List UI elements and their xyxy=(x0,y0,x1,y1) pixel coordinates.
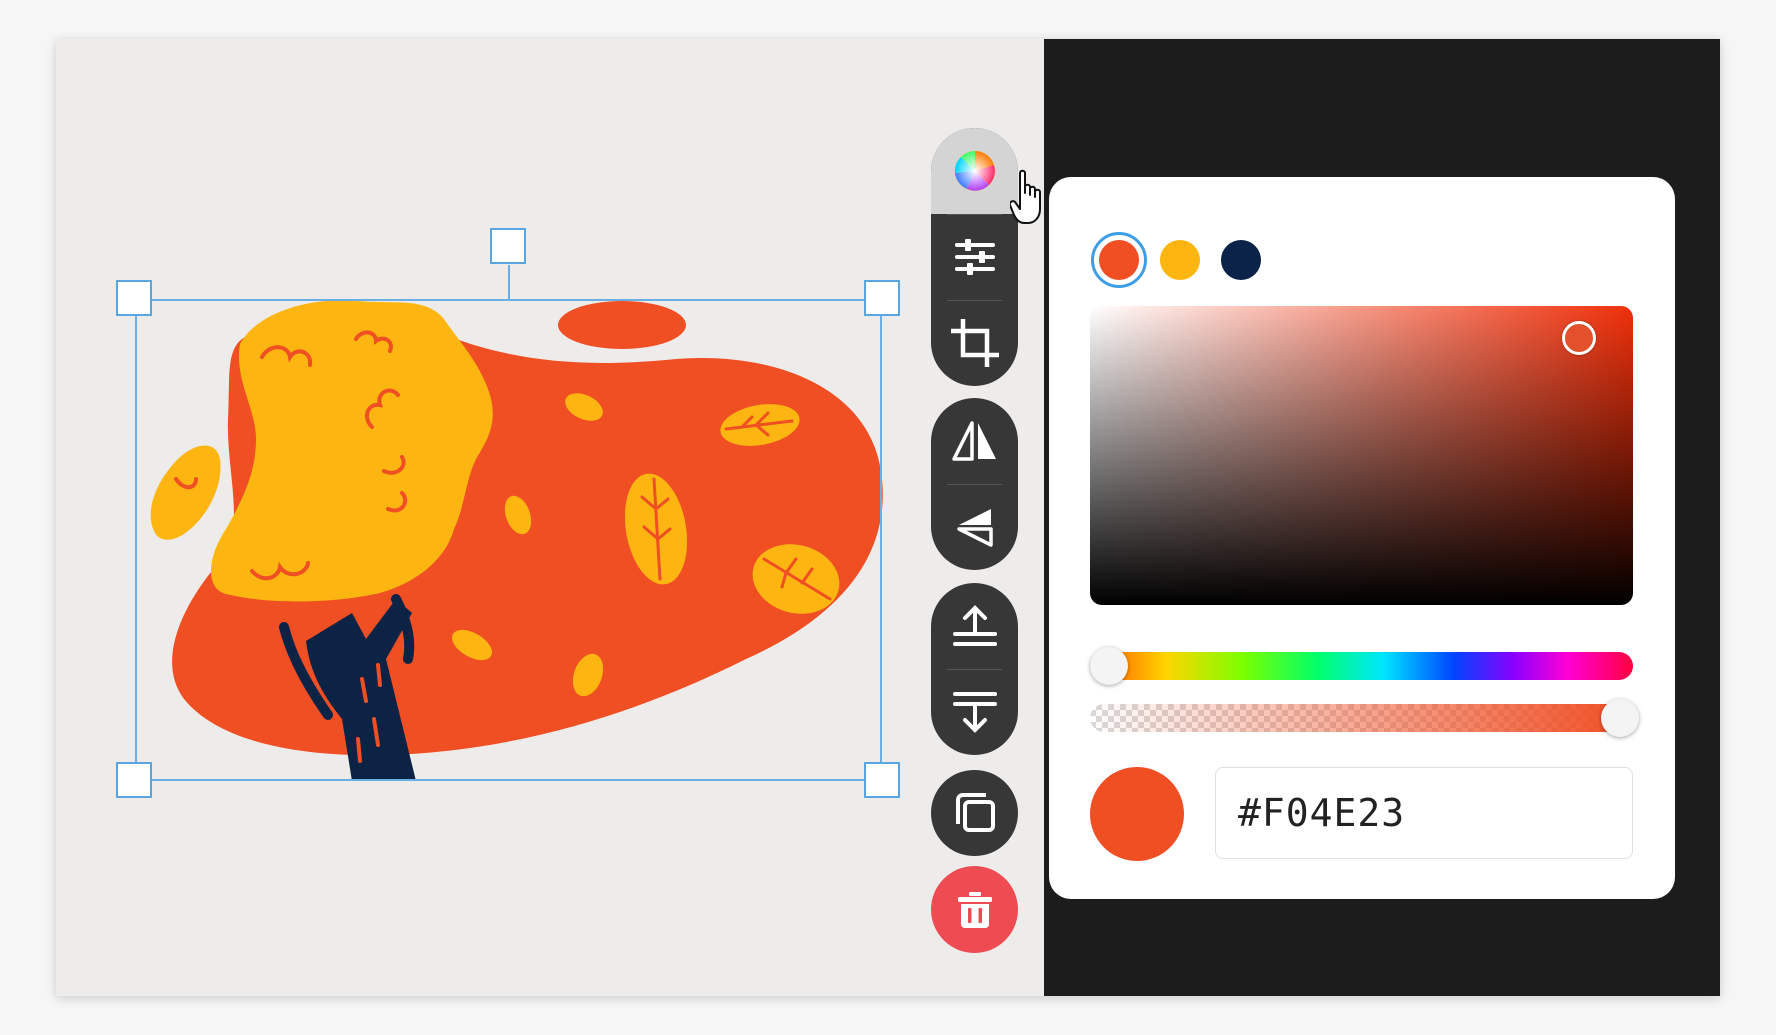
toolbar-group-edit xyxy=(931,128,1018,386)
color-preview xyxy=(1090,767,1184,861)
trash-icon xyxy=(957,891,992,928)
crop-icon xyxy=(950,319,999,367)
flip-horizontal-icon xyxy=(951,421,996,461)
color-wheel-icon xyxy=(954,151,995,191)
hue-slider-knob[interactable] xyxy=(1090,647,1128,685)
selection-box[interactable] xyxy=(135,299,882,781)
resize-handle-bottom-right[interactable] xyxy=(864,762,900,798)
color-tool-button[interactable] xyxy=(931,128,1018,214)
opacity-slider[interactable] xyxy=(1090,699,1639,737)
bring-forward-button[interactable] xyxy=(931,583,1018,669)
bring-forward-icon xyxy=(952,605,997,646)
hue-slider[interactable] xyxy=(1090,647,1633,685)
rotation-stem xyxy=(508,265,510,299)
rotate-handle[interactable] xyxy=(490,228,526,264)
hand-pointer-cursor-icon xyxy=(1010,169,1041,224)
flip-vertical-icon xyxy=(956,509,993,547)
delete-button[interactable] xyxy=(931,866,1018,953)
opacity-slider-knob[interactable] xyxy=(1601,699,1639,737)
swatch-yellow[interactable] xyxy=(1160,240,1200,280)
resize-handle-top-right[interactable] xyxy=(864,280,900,316)
saturation-value-area[interactable] xyxy=(1090,306,1633,605)
toolbar-group-flip xyxy=(931,398,1018,570)
duplicate-button[interactable] xyxy=(931,770,1018,856)
send-backward-icon xyxy=(952,692,997,733)
crop-tool-button[interactable] xyxy=(931,300,1018,386)
color-picker-panel: #F04E23 xyxy=(1049,177,1675,899)
swatch-navy[interactable] xyxy=(1221,240,1261,280)
hex-value-text: #F04E23 xyxy=(1238,791,1406,835)
resize-handle-top-left[interactable] xyxy=(116,280,152,316)
send-backward-button[interactable] xyxy=(931,669,1018,755)
flip-vertical-button[interactable] xyxy=(931,484,1018,570)
app-frame: #F04E23 xyxy=(56,39,1720,996)
duplicate-icon xyxy=(955,793,995,832)
flip-horizontal-button[interactable] xyxy=(931,398,1018,484)
swatch-orange[interactable] xyxy=(1099,240,1139,280)
resize-handle-bottom-left[interactable] xyxy=(116,762,152,798)
toolbar-group-arrange xyxy=(931,583,1018,755)
adjust-tool-button[interactable] xyxy=(931,214,1018,300)
saturation-value-picker[interactable] xyxy=(1562,321,1596,355)
sliders-icon xyxy=(954,239,995,275)
design-canvas[interactable] xyxy=(56,39,1044,996)
hex-color-input[interactable]: #F04E23 xyxy=(1215,767,1633,859)
